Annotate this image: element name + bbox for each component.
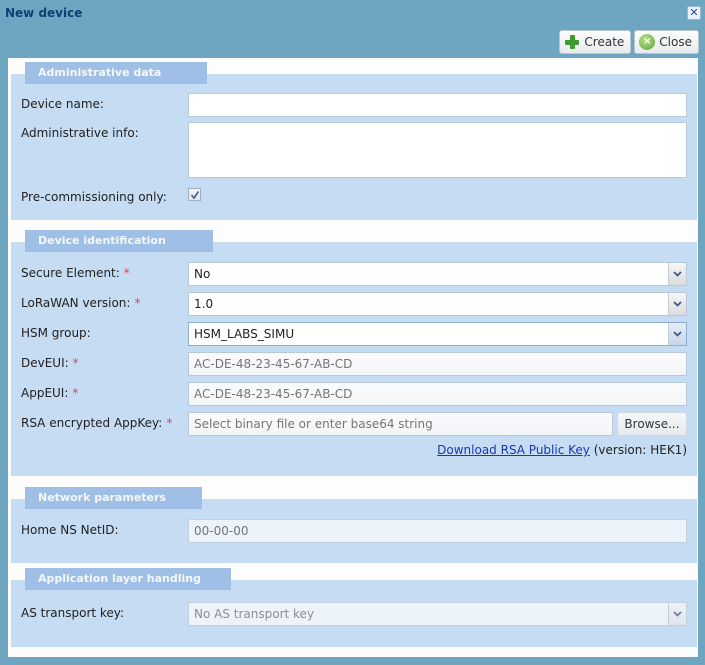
lorawan-version-select[interactable]: 1.0 xyxy=(188,292,687,316)
netid-label: Home NS NetID: xyxy=(21,523,119,537)
create-button[interactable]: Create xyxy=(559,30,632,54)
chevron-down-icon[interactable] xyxy=(668,263,686,285)
device-name-input[interactable] xyxy=(188,93,687,117)
required-marker: * xyxy=(123,266,130,280)
section-network: Network parameters Home NS NetID: xyxy=(11,487,697,563)
precommissioning-label: Pre-commissioning only: xyxy=(21,190,167,204)
close-circle-icon: × xyxy=(639,34,656,50)
as-key-label: AS transport key: xyxy=(21,606,125,620)
secure-element-select[interactable]: No xyxy=(188,262,687,286)
hsm-group-label: HSM group: xyxy=(21,326,91,340)
netid-input[interactable] xyxy=(188,519,687,543)
browse-button[interactable]: Browse... xyxy=(617,412,687,436)
lorawan-version-label: LoRaWAN version: * xyxy=(21,296,141,310)
hsm-group-row: HSM group: HSM_LABS_SIMU xyxy=(21,322,687,346)
as-key-row: AS transport key: No AS transport key xyxy=(21,602,687,626)
as-key-select[interactable]: No AS transport key xyxy=(188,602,687,626)
deveui-input[interactable] xyxy=(188,352,687,376)
toolbar: Create × Close xyxy=(559,30,699,54)
appeui-row: AppEUI: * xyxy=(21,382,687,406)
lorawan-version-row: LoRaWAN version: * 1.0 xyxy=(21,292,687,316)
admin-info-textarea[interactable] xyxy=(188,122,687,178)
precommissioning-row: Pre-commissioning only: xyxy=(21,184,687,208)
appkey-row: RSA encrypted AppKey:* Browse... xyxy=(21,412,687,436)
download-rsa-key-link[interactable]: Download RSA Public Key xyxy=(437,443,590,457)
required-marker: * xyxy=(166,416,173,430)
deveui-label: DevEUI: * xyxy=(21,356,79,370)
chevron-down-icon[interactable] xyxy=(668,603,686,625)
create-button-label: Create xyxy=(584,35,625,49)
appeui-input[interactable] xyxy=(188,382,687,406)
section-title: Administrative data xyxy=(25,62,207,84)
new-device-dialog: New device ✕ Create × Close Administrati… xyxy=(0,0,705,665)
secure-element-row: Secure Element: * No xyxy=(21,262,687,286)
close-button-label: Close xyxy=(659,35,692,49)
required-marker: * xyxy=(72,356,79,370)
chevron-down-icon[interactable] xyxy=(668,323,686,345)
hsm-group-select[interactable]: HSM_LABS_SIMU xyxy=(188,322,687,346)
appeui-label: AppEUI: * xyxy=(21,386,79,400)
netid-row: Home NS NetID: xyxy=(21,519,687,543)
titlebar: New device ✕ xyxy=(0,0,705,28)
plus-icon xyxy=(564,34,580,50)
secure-element-label: Secure Element: * xyxy=(21,266,130,280)
deveui-row: DevEUI: * xyxy=(21,352,687,376)
dialog-body: Administrative data Device name: Adminis… xyxy=(8,58,698,657)
appkey-input[interactable] xyxy=(188,412,613,436)
close-icon[interactable]: ✕ xyxy=(687,6,701,20)
device-name-row: Device name: xyxy=(21,93,687,117)
section-title: Application layer handling xyxy=(25,568,231,590)
section-title: Device identification xyxy=(25,230,213,252)
close-button[interactable]: × Close xyxy=(634,30,699,54)
admin-info-row: Administrative info: xyxy=(21,122,687,178)
chevron-down-icon[interactable] xyxy=(668,293,686,315)
section-title: Network parameters xyxy=(25,487,202,509)
section-identification: Device identification Secure Element: * N… xyxy=(11,230,697,476)
section-application: Application layer handling AS transport … xyxy=(11,568,697,647)
download-key-row: Download RSA Public Key (version: HEK1) xyxy=(437,443,687,457)
checkmark-icon xyxy=(190,191,200,200)
required-marker: * xyxy=(72,386,79,400)
key-version-text: (version: HEK1) xyxy=(593,443,687,457)
admin-info-label: Administrative info: xyxy=(21,126,139,140)
device-name-label: Device name: xyxy=(21,97,104,111)
appkey-label: RSA encrypted AppKey: * xyxy=(21,416,173,430)
required-marker: * xyxy=(134,296,141,310)
section-administrative: Administrative data Device name: Adminis… xyxy=(11,62,697,220)
precommissioning-checkbox[interactable] xyxy=(188,188,201,201)
dialog-title: New device xyxy=(5,6,83,20)
